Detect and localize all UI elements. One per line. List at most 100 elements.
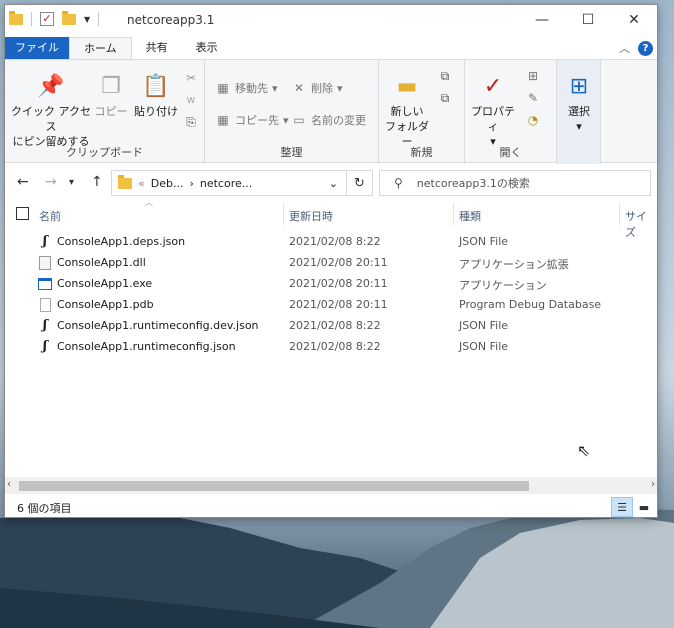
path-overflow[interactable]: « xyxy=(138,177,145,190)
column-divider[interactable] xyxy=(283,203,284,225)
tab-view[interactable]: 表示 xyxy=(182,37,232,59)
edit-icon[interactable]: ✎ xyxy=(525,90,541,106)
address-dropdown-icon[interactable]: ⌄ xyxy=(329,177,338,190)
scrollbar-thumb[interactable] xyxy=(19,481,529,491)
group-label-organize: 整理 xyxy=(280,146,303,159)
status-bar: 6 個の項目 ☰ ▬ xyxy=(5,495,657,518)
column-name[interactable]: 名前 xyxy=(39,208,61,224)
paste-label: 貼り付け xyxy=(134,105,178,118)
file-row[interactable]: ConsoleApp1.exe 2021/02/08 20:11 アプリケーショ… xyxy=(5,273,657,294)
properties-label: プロパティ xyxy=(471,105,515,133)
breadcrumb-debug[interactable]: Deb... xyxy=(151,177,184,190)
divider xyxy=(98,12,100,26)
tab-home[interactable]: ホーム xyxy=(69,37,132,59)
group-label-clipboard: クリップボード xyxy=(66,146,143,159)
large-icons-view-button[interactable]: ▬ xyxy=(633,497,655,517)
column-divider[interactable] xyxy=(619,203,620,225)
history-icon[interactable]: ◔ xyxy=(525,112,541,128)
file-row[interactable]: ConsoleApp1.pdb 2021/02/08 20:11 Program… xyxy=(5,294,657,315)
folder-icon: ▬ xyxy=(396,73,418,99)
rename-icon: ▭ xyxy=(293,113,305,127)
new-item-icon[interactable]: ⧉ xyxy=(437,68,453,84)
search-input[interactable]: ⚲ netcoreapp3.1の検索 xyxy=(379,170,651,196)
move-icon: ▦ xyxy=(217,81,229,95)
recent-dropdown-icon[interactable]: ▾ xyxy=(69,177,74,188)
folder-icon xyxy=(9,10,23,25)
new-folder-label-1: 新しい xyxy=(390,105,424,118)
navigation-bar: ← → ▾ ↑ « Deb... › netcore... ⌄ ↻ ⚲ netc… xyxy=(5,165,657,201)
file-type: アプリケーション xyxy=(459,279,547,292)
forward-arrow-icon[interactable]: → xyxy=(45,174,57,190)
move-to-button[interactable]: ▦ 移動先 ▾ xyxy=(215,80,277,96)
json-file-icon: ʃ xyxy=(42,339,48,354)
back-arrow-icon[interactable]: ← xyxy=(17,174,29,190)
paste-button[interactable]: 📋 貼り付け xyxy=(131,70,181,119)
file-name: ConsoleApp1.pdb xyxy=(57,298,154,311)
title-bar[interactable]: ✓ ▼ netcoreapp3.1 — ☐ ✕ xyxy=(5,5,657,37)
copy-button[interactable]: ❐ コピー xyxy=(93,70,129,119)
open-icon[interactable]: ⊞ xyxy=(525,68,541,84)
copy-to-button[interactable]: ▦ コピー先 ▾ xyxy=(215,112,288,128)
file-name: ConsoleApp1.runtimeconfig.dev.json xyxy=(57,319,259,332)
collapse-ribbon-icon[interactable]: ︿ xyxy=(619,40,630,56)
file-type: アプリケーション拡張 xyxy=(459,258,569,271)
group-new: ▬ 新しい フォルダー ⧉ ⧉ 新規 xyxy=(379,60,465,164)
file-row[interactable]: ʃ ConsoleApp1.runtimeconfig.json 2021/02… xyxy=(5,336,657,357)
rename-label: 名前の変更 xyxy=(311,114,366,127)
rename-button[interactable]: ▭ 名前の変更 xyxy=(291,112,366,128)
delete-button[interactable]: ✕ 削除 ▾ xyxy=(291,80,343,96)
easy-access-icon[interactable]: ⧉ xyxy=(437,90,453,106)
new-folder-icon[interactable] xyxy=(62,10,76,25)
scroll-right-icon[interactable]: › xyxy=(651,479,655,490)
horizontal-scrollbar[interactable]: ‹ › xyxy=(5,477,657,494)
item-count: 6 個の項目 xyxy=(17,502,72,515)
delete-label: 削除 xyxy=(311,82,333,95)
maximize-button[interactable]: ☐ xyxy=(565,5,611,35)
close-button[interactable]: ✕ xyxy=(611,5,657,35)
cut-icon[interactable]: ✂ xyxy=(183,70,199,86)
group-organize: ▦ 移動先 ▾ ▦ コピー先 ▾ ✕ 削除 ▾ ▭ 名前の変更 整理 xyxy=(205,60,379,164)
address-bar[interactable]: « Deb... › netcore... ⌄ xyxy=(111,170,347,196)
select-label: 選択 xyxy=(568,105,590,118)
chevron-down-icon[interactable]: ▼ xyxy=(84,15,90,24)
chevron-right-icon[interactable]: › xyxy=(189,177,193,190)
folder-icon xyxy=(118,174,132,189)
group-label-open: 開く xyxy=(499,146,522,159)
sort-caret-icon: ︿ xyxy=(145,198,153,207)
delete-x-icon: ✕ xyxy=(293,81,305,95)
new-folder-button[interactable]: ▬ 新しい フォルダー xyxy=(383,70,431,149)
quick-access-toolbar: ✓ ▼ xyxy=(9,10,100,26)
column-type[interactable]: 種類 xyxy=(459,208,481,224)
help-icon[interactable]: ? xyxy=(638,40,653,56)
file-type: JSON File xyxy=(459,340,509,353)
refresh-button[interactable]: ↻ xyxy=(347,170,373,196)
file-row[interactable]: ʃ ConsoleApp1.runtimeconfig.dev.json 202… xyxy=(5,315,657,336)
properties-icon: ✓ xyxy=(483,73,503,99)
up-arrow-icon[interactable]: ↑ xyxy=(91,174,103,190)
properties-button[interactable]: ✓ プロパティ ▾ xyxy=(469,70,517,149)
select-button[interactable]: ⊞ 選択 ▾ xyxy=(561,70,597,134)
file-row[interactable]: ʃ ConsoleApp1.deps.json 2021/02/08 8:22 … xyxy=(5,231,657,252)
pin-label-1: クイック アクセス xyxy=(11,105,91,133)
pin-quick-access-button[interactable]: 📌 クイック アクセス にピン留めする xyxy=(11,70,91,149)
details-view-button[interactable]: ☰ xyxy=(611,497,633,517)
tab-file[interactable]: ファイル xyxy=(5,37,69,59)
select-all-checkbox[interactable] xyxy=(16,207,29,220)
file-row[interactable]: ConsoleApp1.dll 2021/02/08 20:11 アプリケーショ… xyxy=(5,252,657,273)
move-to-label: 移動先 xyxy=(235,82,268,95)
column-divider[interactable] xyxy=(453,203,454,225)
minimize-button[interactable]: — xyxy=(519,5,565,35)
json-file-icon: ʃ xyxy=(42,234,48,249)
paste-shortcut-icon[interactable]: ⎘ xyxy=(183,114,199,130)
properties-check-icon[interactable]: ✓ xyxy=(40,12,54,26)
copy-path-icon[interactable]: W xyxy=(183,92,199,108)
column-date[interactable]: 更新日時 xyxy=(289,208,333,224)
copy-to-label: コピー先 xyxy=(235,114,279,127)
file-date: 2021/02/08 8:22 xyxy=(289,319,381,332)
file-type: JSON File xyxy=(459,235,509,248)
tab-share[interactable]: 共有 xyxy=(132,37,182,59)
column-header-row: ︿ 名前 更新日時 種類 サイズ xyxy=(5,198,657,239)
chevron-down-icon: ▾ xyxy=(337,81,343,95)
breadcrumb-netcoreapp[interactable]: netcore... xyxy=(200,177,252,190)
scroll-left-icon[interactable]: ‹ xyxy=(7,479,11,490)
